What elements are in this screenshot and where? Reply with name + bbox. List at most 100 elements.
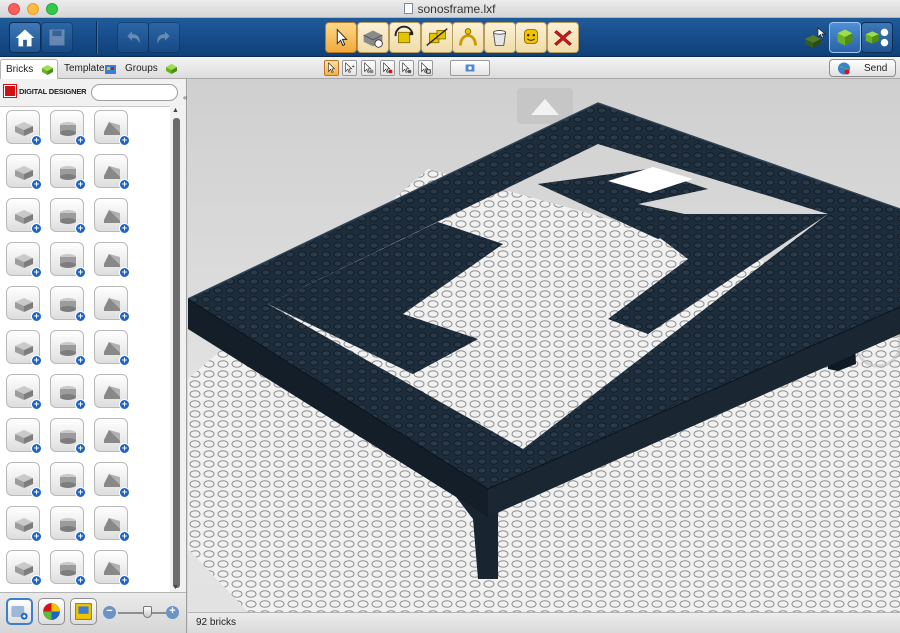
decoration-button[interactable]	[70, 598, 97, 625]
tab-bricks[interactable]: Bricks	[0, 59, 58, 79]
zoom-slider-track[interactable]	[118, 612, 166, 614]
brick-round-2x2-icon	[60, 122, 76, 136]
palette-item-slope-curved[interactable]: +	[94, 154, 130, 190]
door-panel-icon	[104, 254, 120, 267]
tab-groups[interactable]: Groups	[121, 59, 181, 79]
palette-item-technic-axle[interactable]: +	[50, 330, 86, 366]
tab-templates[interactable]: Templates	[60, 59, 120, 79]
same-shape-select-button[interactable]	[399, 60, 414, 76]
palette-item-technic-pin[interactable]: +	[50, 374, 86, 410]
palette-item-steering-wheel[interactable]: +	[50, 462, 86, 498]
camera-mode-button[interactable]	[450, 60, 490, 76]
palette-item-technic-connector[interactable]: +	[6, 374, 42, 410]
zoom-out-button[interactable]: −	[103, 606, 116, 619]
brick-palette-button[interactable]	[6, 598, 33, 625]
zoom-in-button[interactable]: +	[166, 606, 179, 619]
add-brick-icon: +	[75, 223, 86, 234]
undo-button[interactable]	[117, 22, 149, 53]
send-button[interactable]: Send	[829, 59, 896, 77]
hide-tool-button[interactable]	[515, 22, 547, 53]
palette-item-brick-2x4[interactable]: +	[6, 154, 42, 190]
search-input[interactable]	[91, 84, 178, 101]
decoration-icon	[75, 603, 92, 620]
palette-item-round-brick[interactable]: +	[6, 198, 42, 234]
palette-scroll-thumb[interactable]	[173, 118, 180, 588]
add-brick-icon: +	[119, 135, 130, 146]
invert-select-button[interactable]	[418, 60, 433, 76]
palette-item-technic-motor[interactable]: +	[50, 286, 86, 322]
palette-item-technic-brick[interactable]: +	[94, 286, 130, 322]
palette-item-technic-gear[interactable]: +	[6, 286, 42, 322]
add-brick-icon: +	[119, 355, 130, 366]
view-mode-button[interactable]	[829, 22, 861, 53]
single-select-button[interactable]	[324, 60, 339, 76]
palette-item-minifig-hat[interactable]: +	[50, 550, 86, 586]
send-label: Send	[864, 63, 888, 74]
add-brick-icon: +	[31, 531, 42, 542]
palette-item-brick-round-2x2[interactable]: +	[50, 110, 86, 146]
same-color-select-button[interactable]	[380, 60, 395, 76]
palette-item-dish[interactable]: +	[6, 550, 42, 586]
home-button[interactable]	[9, 22, 41, 53]
palette-item-plate-modified[interactable]: +	[50, 242, 86, 278]
connected-select-icon	[364, 62, 374, 74]
build-mode-button[interactable]	[799, 22, 831, 53]
brick-palette-panel: DIGITAL DESIGNER « + + + + + + + + + + + + + + + + + + + + +…	[0, 79, 187, 633]
clone-icon	[363, 30, 383, 48]
save-button[interactable]	[41, 22, 73, 53]
palette-item-brick-modified[interactable]: +	[6, 242, 42, 278]
flex-tool-button[interactable]	[452, 22, 484, 53]
palette-item-door-panel[interactable]: +	[94, 242, 130, 278]
dish-icon	[15, 562, 33, 576]
palette-item-technic-gear-large[interactable]: +	[94, 330, 130, 366]
select-tool-button[interactable]	[325, 22, 357, 53]
collapse-panel-icon[interactable]: «	[183, 93, 187, 102]
scroll-down-arrow-icon[interactable]: ▼	[172, 584, 179, 591]
lego-model-scene[interactable]	[188, 79, 900, 612]
palette-item-technic-beam[interactable]: +	[6, 330, 42, 366]
delete-tool-button[interactable]	[547, 22, 579, 53]
palette-item-brick-2x2[interactable]: +	[6, 110, 42, 146]
minifig-weapon-icon	[15, 474, 33, 488]
palette-item-technic-beam-angled[interactable]: +	[50, 418, 86, 454]
build-viewport[interactable]	[188, 79, 900, 612]
hinge-align-icon	[426, 28, 448, 46]
wheel-rim-icon	[15, 518, 33, 532]
palette-item-minifig-body[interactable]: +	[50, 506, 86, 542]
palette-item-wheel-rim[interactable]: +	[6, 506, 42, 542]
zoom-slider-thumb[interactable]	[143, 606, 152, 618]
palette-item-bucket[interactable]: +	[94, 462, 130, 498]
hinge-tool-button[interactable]	[389, 22, 421, 53]
redo-button[interactable]	[148, 22, 180, 53]
multi-select-button[interactable]: +	[342, 60, 357, 76]
connected-select-button[interactable]	[361, 60, 376, 76]
select-icon	[336, 28, 348, 47]
minifig-tool-icon	[15, 430, 33, 444]
minifig-accessory-icon	[104, 430, 120, 443]
palette-item-minifig-weapon[interactable]: +	[6, 462, 42, 498]
palette-item-technic-liftarm[interactable]: +	[94, 374, 130, 410]
brick-count: 92 bricks	[196, 617, 237, 628]
hinge-align-tool-button[interactable]	[421, 22, 453, 53]
building-guide-button[interactable]	[861, 22, 893, 53]
clone-tool-button[interactable]	[357, 22, 389, 53]
color-palette-button[interactable]	[38, 598, 65, 625]
paint-tool-button[interactable]	[484, 22, 516, 53]
palette-item-minifig-skeleton[interactable]: +	[94, 550, 130, 586]
technic-axle-icon	[60, 342, 76, 356]
scroll-up-arrow-icon[interactable]: ▲	[172, 107, 179, 114]
palette-item-slope-2x2[interactable]: +	[50, 154, 86, 190]
palette-item-plate-2x2[interactable]: +	[50, 198, 86, 234]
minifig-head-icon	[523, 29, 539, 45]
palette-item-minifig-accessory[interactable]: +	[94, 418, 130, 454]
add-brick-icon: +	[75, 355, 86, 366]
brick-2x4-icon	[15, 166, 33, 180]
brick-slope-1x2-icon	[104, 122, 120, 135]
palette-item-wedge-plate[interactable]: +	[94, 198, 130, 234]
palette-item-brick-slope-1x2[interactable]: +	[94, 110, 130, 146]
plate-modified-icon	[60, 254, 76, 268]
document-icon	[404, 3, 414, 14]
palette-item-minifig-head[interactable]: +	[94, 506, 130, 542]
palette-item-minifig-tool[interactable]: +	[6, 418, 42, 454]
technic-gear-large-icon	[104, 342, 120, 355]
